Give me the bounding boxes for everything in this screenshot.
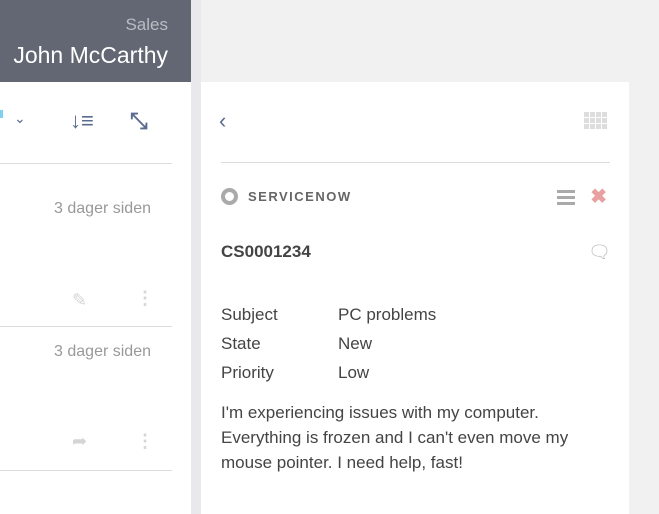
menu-icon[interactable]: [557, 190, 575, 208]
user-header: Sales John McCarthy: [0, 0, 191, 82]
share-icon[interactable]: ➦: [72, 431, 87, 452]
back-chevron-icon[interactable]: ‹: [219, 108, 226, 134]
field-label: State: [221, 334, 261, 353]
item-time: 3 dager siden: [54, 343, 151, 360]
panel-divider[interactable]: [191, 0, 201, 514]
source-label: SERVICENOW: [248, 189, 352, 204]
case-id: CS0001234: [221, 242, 311, 261]
list-item[interactable]: 3 dager siden ✎ ⋮: [0, 164, 172, 327]
field-label: Priority: [221, 363, 274, 382]
list-panel: Sales John McCarthy ⌄ ↓≡ ⤡ 3 dager siden…: [0, 0, 191, 514]
chevron-down-icon[interactable]: ⌄: [14, 110, 26, 127]
field-label: Subject: [221, 305, 278, 324]
field-value: PC problems: [338, 305, 437, 324]
detail-card: ‹ SERVICENOW ✖ CS0001234 🗨 Subject PC pro…: [201, 82, 629, 514]
case-fields: Subject PC problems State New Priority Low: [221, 300, 436, 387]
field-value: Low: [338, 363, 370, 382]
sort-icon[interactable]: ↓≡: [70, 108, 94, 134]
source-header: SERVICENOW: [221, 188, 352, 205]
pencil-icon[interactable]: ✎: [72, 290, 87, 311]
close-icon[interactable]: ✖: [590, 184, 607, 209]
divider: [221, 162, 610, 163]
apps-grid-icon[interactable]: [584, 112, 607, 129]
list-toolbar: ⌄ ↓≡ ⤡: [0, 82, 172, 164]
expand-icon[interactable]: ⤡: [130, 108, 148, 134]
item-time: 3 dager siden: [54, 200, 151, 217]
field-value: New: [338, 334, 373, 353]
comment-icon[interactable]: 🗨: [588, 242, 611, 263]
filter-indicator: [0, 110, 3, 118]
more-vertical-icon[interactable]: ⋮: [136, 288, 154, 309]
list-item[interactable]: 3 dager siden ➦ ⋮: [0, 327, 172, 471]
more-vertical-icon[interactable]: ⋮: [136, 431, 154, 452]
case-description: I'm experiencing issues with my computer…: [221, 403, 569, 472]
user-name: John McCarthy: [13, 42, 168, 68]
servicenow-logo-icon: [221, 188, 238, 205]
department-label: Sales: [125, 15, 168, 34]
